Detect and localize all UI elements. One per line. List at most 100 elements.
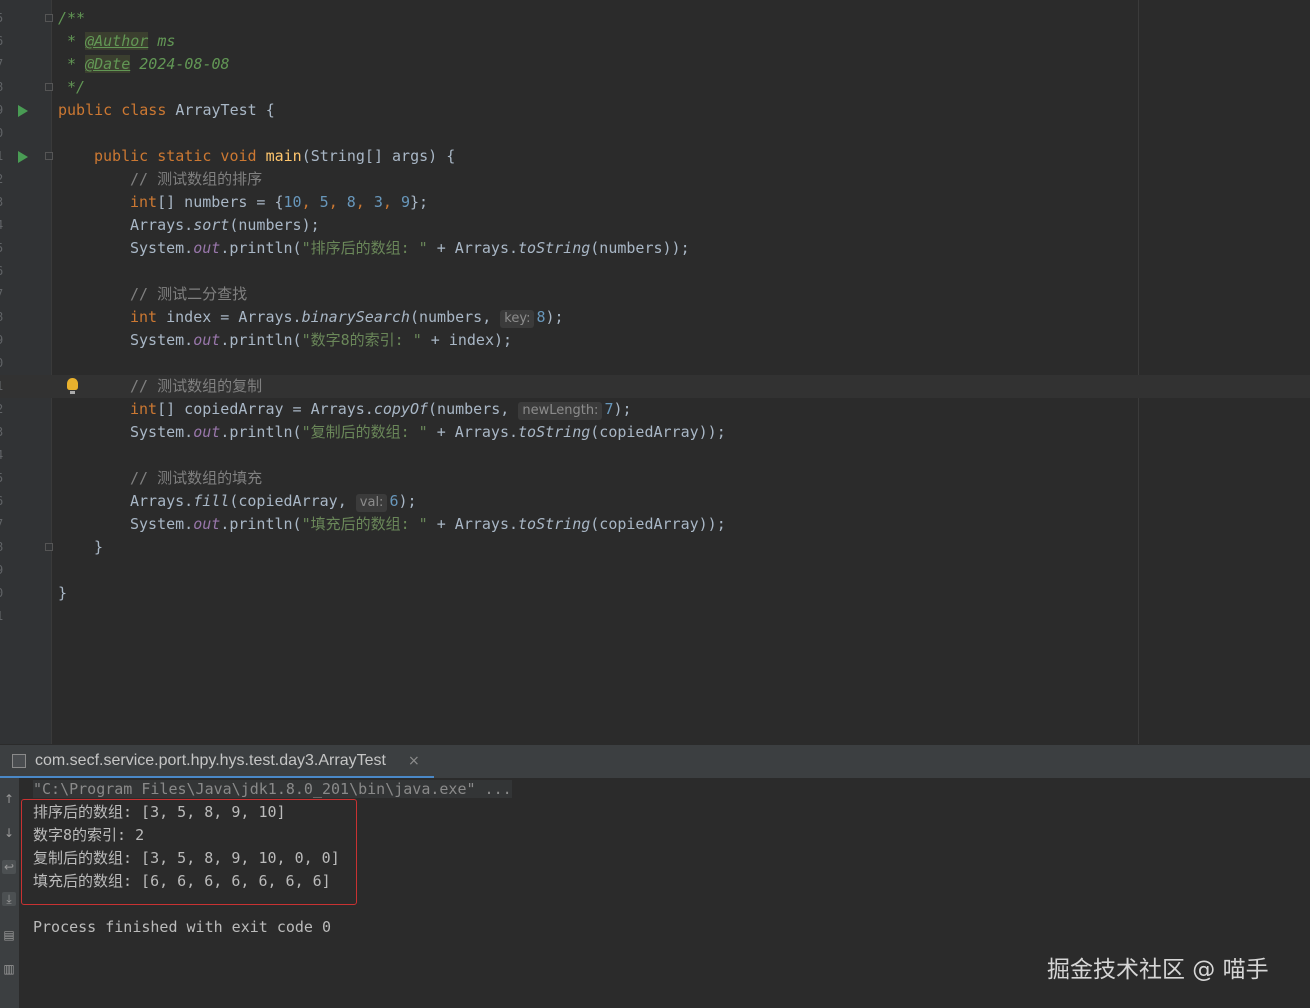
code-line[interactable]: 9 public class ArrayTest { xyxy=(0,99,1310,122)
closing-brace: } xyxy=(58,584,68,602)
line-number: 3 xyxy=(0,421,8,444)
scroll-to-end-icon[interactable]: ⤓ xyxy=(2,892,16,906)
line-number: 6 xyxy=(0,260,8,283)
line-number: 6 xyxy=(0,30,8,53)
parameter-hint: key: xyxy=(500,310,535,328)
comment: // 测试数组的排序 xyxy=(130,170,263,188)
current-code-line[interactable]: 1 // 测试数组的复制 xyxy=(0,375,1310,398)
line-number: 0 xyxy=(0,122,8,145)
code-line[interactable]: 6 * @Author ms xyxy=(0,30,1310,53)
class-declaration: public class ArrayTest { xyxy=(58,101,275,119)
console-icon xyxy=(12,754,26,768)
line-number: 0 xyxy=(0,582,8,605)
run-tab[interactable]: com.secf.service.port.hpy.hys.test.day3.… xyxy=(0,745,434,779)
line-number: 2 xyxy=(0,398,8,421)
line-number: 7 xyxy=(0,53,8,76)
doc-comment: /** xyxy=(58,9,86,27)
code-editor[interactable]: 5 /** 6 * @Author ms 7 * @Date 2024-08-0… xyxy=(0,0,1310,744)
doc-comment: * @Date 2024-08-08 xyxy=(58,55,230,73)
code-line[interactable]: 2 // 测试数组的排序 xyxy=(0,168,1310,191)
line-number: 5 xyxy=(0,467,8,490)
watermark: 掘金技术社区 @ 喵手 xyxy=(1047,957,1269,983)
statement: System.out.println("数字8的索引: " + index); xyxy=(130,331,513,349)
statement: int index = Arrays.binarySearch(numbers,… xyxy=(130,308,564,328)
code-line[interactable]: 3 System.out.println("复制后的数组: " + Arrays… xyxy=(0,421,1310,444)
line-number: 8 xyxy=(0,306,8,329)
line-number: 4 xyxy=(0,214,8,237)
line-number: 4 xyxy=(0,444,8,467)
code-line[interactable]: 5 System.out.println("排序后的数组: " + Arrays… xyxy=(0,237,1310,260)
console-command-line: "C:\Program Files\Java\jdk1.8.0_201\bin\… xyxy=(33,780,512,798)
code-line[interactable]: 7 * @Date 2024-08-08 xyxy=(0,53,1310,76)
code-line[interactable]: 6 xyxy=(0,260,1310,283)
trash-icon[interactable]: ▥ xyxy=(2,962,16,976)
fold-icon[interactable] xyxy=(45,543,53,551)
line-number: 7 xyxy=(0,513,8,536)
code-line[interactable]: 1 public static void main(String[] args)… xyxy=(0,145,1310,168)
code-line[interactable]: 5 /** xyxy=(0,7,1310,30)
line-number: 7 xyxy=(0,283,8,306)
lightbulb-icon[interactable] xyxy=(67,378,78,394)
code-line[interactable]: 0 xyxy=(0,352,1310,375)
line-number: 0 xyxy=(0,352,8,375)
statement: System.out.println("填充后的数组: " + Arrays.t… xyxy=(130,515,726,533)
print-icon[interactable]: ▤ xyxy=(2,928,16,942)
code-line[interactable]: 8 } xyxy=(0,536,1310,559)
code-line[interactable]: 1 xyxy=(0,605,1310,628)
fold-icon[interactable] xyxy=(45,14,53,22)
highlight-box xyxy=(21,799,357,905)
code-line[interactable]: 4 Arrays.sort(numbers); xyxy=(0,214,1310,237)
code-line[interactable]: 0 } xyxy=(0,582,1310,605)
parameter-hint: newLength: xyxy=(518,402,603,420)
down-arrow-icon[interactable]: ↓ xyxy=(2,826,16,840)
line-number: 8 xyxy=(0,76,8,99)
line-number: 8 xyxy=(0,536,8,559)
process-finished-line: Process finished with exit code 0 xyxy=(33,918,332,936)
line-number: 9 xyxy=(0,329,8,352)
run-tab-title: com.secf.service.port.hpy.hys.test.day3.… xyxy=(35,752,386,769)
doc-comment: * @Author ms xyxy=(58,32,176,50)
line-number: 1 xyxy=(0,145,8,168)
line-number: 5 xyxy=(0,7,8,30)
statement: System.out.println("排序后的数组: " + Arrays.t… xyxy=(130,239,690,257)
code-line[interactable]: 7 System.out.println("填充后的数组: " + Arrays… xyxy=(0,513,1310,536)
statement: int[] numbers = {10, 5, 8, 3, 9}; xyxy=(130,193,429,211)
line-number: 5 xyxy=(0,237,8,260)
statement: int[] copiedArray = Arrays.copyOf(number… xyxy=(130,400,632,420)
line-number: 6 xyxy=(0,490,8,513)
line-number: 9 xyxy=(0,99,8,122)
soft-wrap-icon[interactable]: ↩ xyxy=(2,860,16,874)
code-line[interactable]: 9 xyxy=(0,559,1310,582)
code-line[interactable]: 9 System.out.println("数字8的索引: " + index)… xyxy=(0,329,1310,352)
line-number: 1 xyxy=(0,375,8,398)
code-line[interactable]: 4 xyxy=(0,444,1310,467)
comment: // 测试数组的填充 xyxy=(130,469,263,487)
method-declaration: public static void main(String[] args) { xyxy=(94,147,456,165)
code-line[interactable]: 8 int index = Arrays.binarySearch(number… xyxy=(0,306,1310,329)
code-line[interactable]: 3 int[] numbers = {10, 5, 8, 3, 9}; xyxy=(0,191,1310,214)
line-number: 1 xyxy=(0,605,8,628)
up-arrow-icon[interactable]: ↑ xyxy=(2,792,16,806)
doc-comment: */ xyxy=(58,78,86,96)
line-number: 2 xyxy=(0,168,8,191)
run-tool-window-header: com.secf.service.port.hpy.hys.test.day3.… xyxy=(0,744,1310,779)
fold-icon[interactable] xyxy=(45,83,53,91)
line-number: 9 xyxy=(0,559,8,582)
line-number: 3 xyxy=(0,191,8,214)
run-class-icon[interactable] xyxy=(18,105,28,117)
code-line[interactable]: 5 // 测试数组的填充 xyxy=(0,467,1310,490)
code-line[interactable]: 6 Arrays.fill(copiedArray, val:6); xyxy=(0,490,1310,513)
comment: // 测试数组的复制 xyxy=(130,377,263,395)
close-icon[interactable]: × xyxy=(408,745,420,777)
code-line[interactable]: 8 */ xyxy=(0,76,1310,99)
run-method-icon[interactable] xyxy=(18,151,28,163)
statement: Arrays.sort(numbers); xyxy=(130,216,320,234)
comment: // 测试二分查找 xyxy=(130,285,248,303)
code-line[interactable]: 0 xyxy=(0,122,1310,145)
code-line[interactable]: 7 // 测试二分查找 xyxy=(0,283,1310,306)
console-toolbar: ↑ ↓ ↩ ⤓ ▤ ▥ xyxy=(0,778,19,1008)
code-line[interactable]: 2 int[] copiedArray = Arrays.copyOf(numb… xyxy=(0,398,1310,421)
fold-icon[interactable] xyxy=(45,152,53,160)
statement: Arrays.fill(copiedArray, val: 6); xyxy=(130,492,417,512)
closing-brace: } xyxy=(94,538,104,556)
